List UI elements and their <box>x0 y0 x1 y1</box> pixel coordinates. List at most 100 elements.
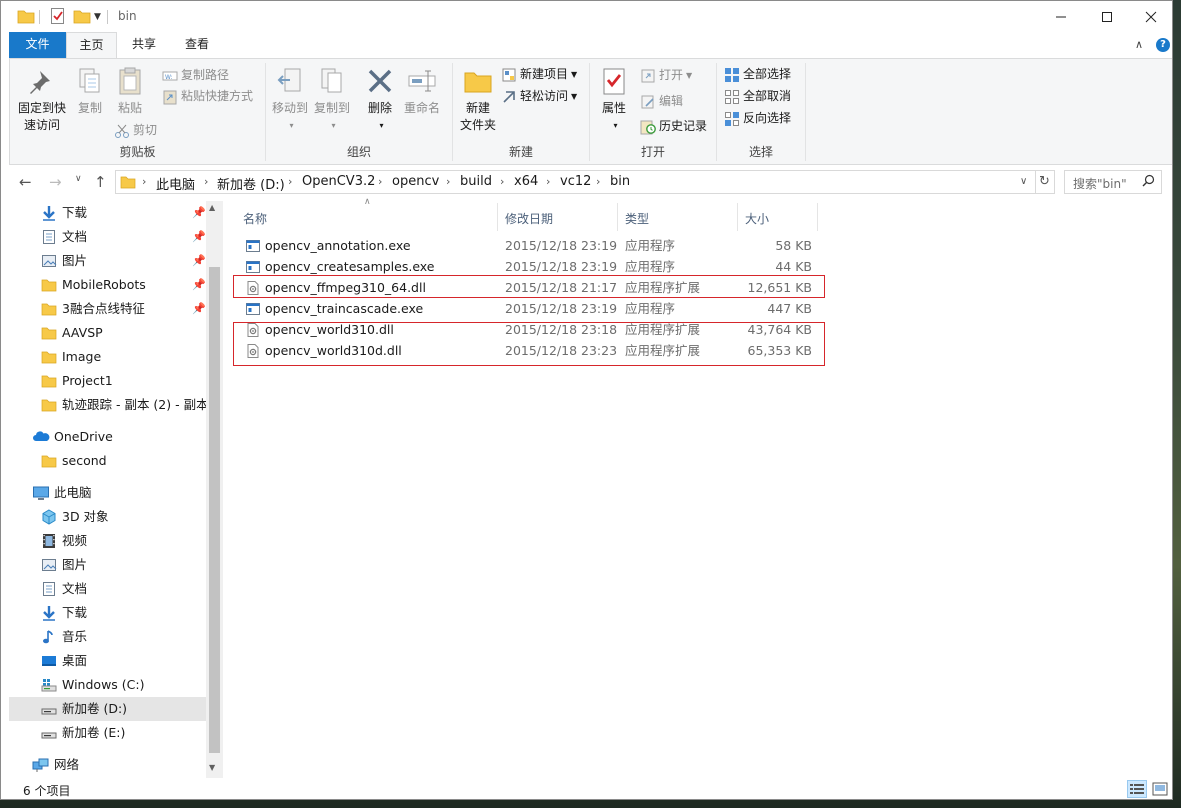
breadcrumb-vc12[interactable]: vc12 <box>560 174 591 189</box>
nav-item-windows-c[interactable]: Windows (C:) <box>9 673 206 697</box>
nav-item-trajectory[interactable]: 轨迹跟踪 - 副本 (2) - 副本 <box>9 393 206 417</box>
tab-share[interactable]: 共享 <box>119 32 169 58</box>
new-folder-icon[interactable] <box>73 7 91 27</box>
nav-item-pictures-pc[interactable]: 图片 <box>9 553 206 577</box>
nav-item-this-pc[interactable]: 此电脑 <box>9 481 206 505</box>
breadcrumb-x64[interactable]: x64 <box>514 174 538 189</box>
paste-shortcut-button[interactable]: 粘贴快捷方式 <box>162 86 253 106</box>
paste-button[interactable]: 粘贴 <box>112 65 148 117</box>
column-header-date[interactable]: 修改日期 <box>505 207 553 231</box>
rename-button[interactable]: 重命名 <box>402 65 442 117</box>
properties-check-icon[interactable] <box>50 7 66 27</box>
minimize-button[interactable] <box>1038 1 1084 32</box>
scrollbar-thumb[interactable] <box>209 267 220 753</box>
up-arrow-icon[interactable]: ↑ <box>94 173 107 191</box>
pin-icon[interactable]: 📌 <box>192 297 206 321</box>
tab-file[interactable]: 文件 <box>9 32 66 58</box>
address-history-chevron-icon[interactable]: ∨ <box>1020 176 1027 187</box>
column-divider[interactable] <box>817 203 818 231</box>
forward-arrow-icon[interactable]: → <box>49 173 62 191</box>
column-header-name[interactable]: 名称 <box>243 207 267 231</box>
breadcrumb-separator-icon[interactable]: › <box>596 175 600 188</box>
breadcrumb-opencv[interactable]: opencv <box>392 174 439 189</box>
invert-selection-button[interactable]: 反向选择 <box>724 108 791 128</box>
breadcrumb-separator-icon[interactable]: › <box>446 175 450 188</box>
file-row[interactable]: opencv_annotation.exe 2015/12/18 23:19 应… <box>237 235 822 256</box>
column-divider[interactable] <box>617 203 618 231</box>
pin-icon[interactable]: 📌 <box>192 201 206 225</box>
breadcrumb-bin[interactable]: bin <box>610 174 630 189</box>
close-button[interactable] <box>1128 1 1172 32</box>
folder-icon[interactable] <box>17 7 35 27</box>
breadcrumb-this-pc[interactable]: 此电脑 <box>156 174 195 193</box>
edit-button[interactable]: 编辑 <box>640 91 683 111</box>
tab-view[interactable]: 查看 <box>172 32 222 58</box>
tab-home[interactable]: 主页 <box>66 32 117 59</box>
refresh-icon[interactable]: ↻ <box>1035 170 1055 194</box>
search-icon[interactable] <box>1142 174 1155 191</box>
nav-item-downloads-pc[interactable]: 下载 <box>9 601 206 625</box>
column-header-size[interactable]: 大小 <box>745 207 769 231</box>
copy-path-button[interactable]: W: 复制路径 <box>162 65 229 85</box>
breadcrumb-build[interactable]: build <box>460 174 492 189</box>
breadcrumb-separator-icon[interactable]: › <box>500 175 504 188</box>
nav-item-desktop[interactable]: 桌面 <box>9 649 206 673</box>
breadcrumb-opencv32[interactable]: OpenCV3.2 <box>302 174 375 189</box>
pin-quick-access-button[interactable]: 固定到快 速访问 <box>12 65 72 134</box>
nav-item-music[interactable]: 音乐 <box>9 625 206 649</box>
new-folder-button[interactable]: 新建 文件夹 <box>455 65 501 134</box>
maximize-button[interactable] <box>1084 1 1130 32</box>
breadcrumb-separator-icon[interactable]: › <box>204 175 208 188</box>
nav-item-drive-e[interactable]: 新加卷 (E:) <box>9 721 206 745</box>
recent-locations-chevron-icon[interactable]: ∨ <box>75 174 82 184</box>
back-arrow-icon[interactable]: ← <box>19 173 32 191</box>
scroll-down-icon[interactable]: ▼ <box>209 763 215 772</box>
nav-item-pictures[interactable]: 图片 📌 <box>9 249 206 273</box>
file-row[interactable]: opencv_createsamples.exe 2015/12/18 23:1… <box>237 256 822 277</box>
breadcrumb-separator-icon[interactable]: › <box>378 175 382 188</box>
column-divider[interactable] <box>737 203 738 231</box>
breadcrumb-separator-icon[interactable]: › <box>546 175 550 188</box>
nav-item-video[interactable]: 视频 <box>9 529 206 553</box>
nav-item-folder[interactable]: 3融合点线特征 📌 <box>9 297 206 321</box>
help-icon[interactable]: ? <box>1156 38 1170 52</box>
select-all-button[interactable]: 全部选择 <box>724 64 791 84</box>
breadcrumb-drive-d[interactable]: 新加卷 (D:) <box>217 174 285 193</box>
delete-button[interactable]: 删除 ▾ <box>362 65 398 134</box>
nav-item-image[interactable]: Image <box>9 345 206 369</box>
easy-access-button[interactable]: 轻松访问 ▼ <box>501 86 577 106</box>
breadcrumb-separator-icon[interactable]: › <box>142 175 146 188</box>
nav-item-mobilerobots[interactable]: MobileRobots 📌 <box>9 273 206 297</box>
nav-item-3d-objects[interactable]: 3D 对象 <box>9 505 206 529</box>
breadcrumb-separator-icon[interactable]: › <box>288 175 292 188</box>
nav-item-network[interactable]: 网络 <box>9 753 206 777</box>
file-row[interactable]: opencv_traincascade.exe 2015/12/18 23:19… <box>237 298 822 319</box>
copy-to-button[interactable]: 复制到 ▾ <box>312 65 352 134</box>
history-button[interactable]: 历史记录 <box>640 116 707 136</box>
nav-item-drive-d[interactable]: 新加卷 (D:) <box>9 697 206 721</box>
cut-button[interactable]: 剪切 <box>114 120 157 140</box>
nav-item-documents-pc[interactable]: 文档 <box>9 577 206 601</box>
nav-item-downloads[interactable]: 下载 📌 <box>9 201 206 225</box>
scroll-up-icon[interactable]: ▲ <box>209 203 215 212</box>
nav-scrollbar[interactable]: ▲ ▼ <box>206 201 223 778</box>
large-icons-view-button[interactable] <box>1150 780 1170 798</box>
address-bar[interactable]: › 此电脑 › 新加卷 (D:) › OpenCV3.2 › opencv › … <box>115 170 1036 194</box>
pin-icon[interactable]: 📌 <box>192 249 206 273</box>
nav-item-onedrive[interactable]: OneDrive <box>9 425 206 449</box>
search-box[interactable]: 搜索"bin" <box>1064 170 1162 194</box>
nav-item-project1[interactable]: Project1 <box>9 369 206 393</box>
column-divider[interactable] <box>497 203 498 231</box>
move-to-button[interactable]: 移动到 ▾ <box>270 65 310 134</box>
copy-button[interactable]: 复制 <box>72 65 108 117</box>
pin-icon[interactable]: 📌 <box>192 273 206 297</box>
nav-item-second[interactable]: second <box>9 449 206 473</box>
minimize-ribbon-chevron-icon[interactable]: ∧ <box>1135 38 1143 51</box>
nav-item-documents[interactable]: 文档 📌 <box>9 225 206 249</box>
new-item-button[interactable]: 新建项目 ▼ <box>501 64 577 84</box>
details-view-button[interactable] <box>1127 780 1147 798</box>
select-none-button[interactable]: 全部取消 <box>724 86 791 106</box>
quick-access-dropdown-icon[interactable]: ▼ <box>94 12 101 22</box>
pin-icon[interactable]: 📌 <box>192 225 206 249</box>
properties-button[interactable]: 属性 ▾ <box>594 65 634 134</box>
